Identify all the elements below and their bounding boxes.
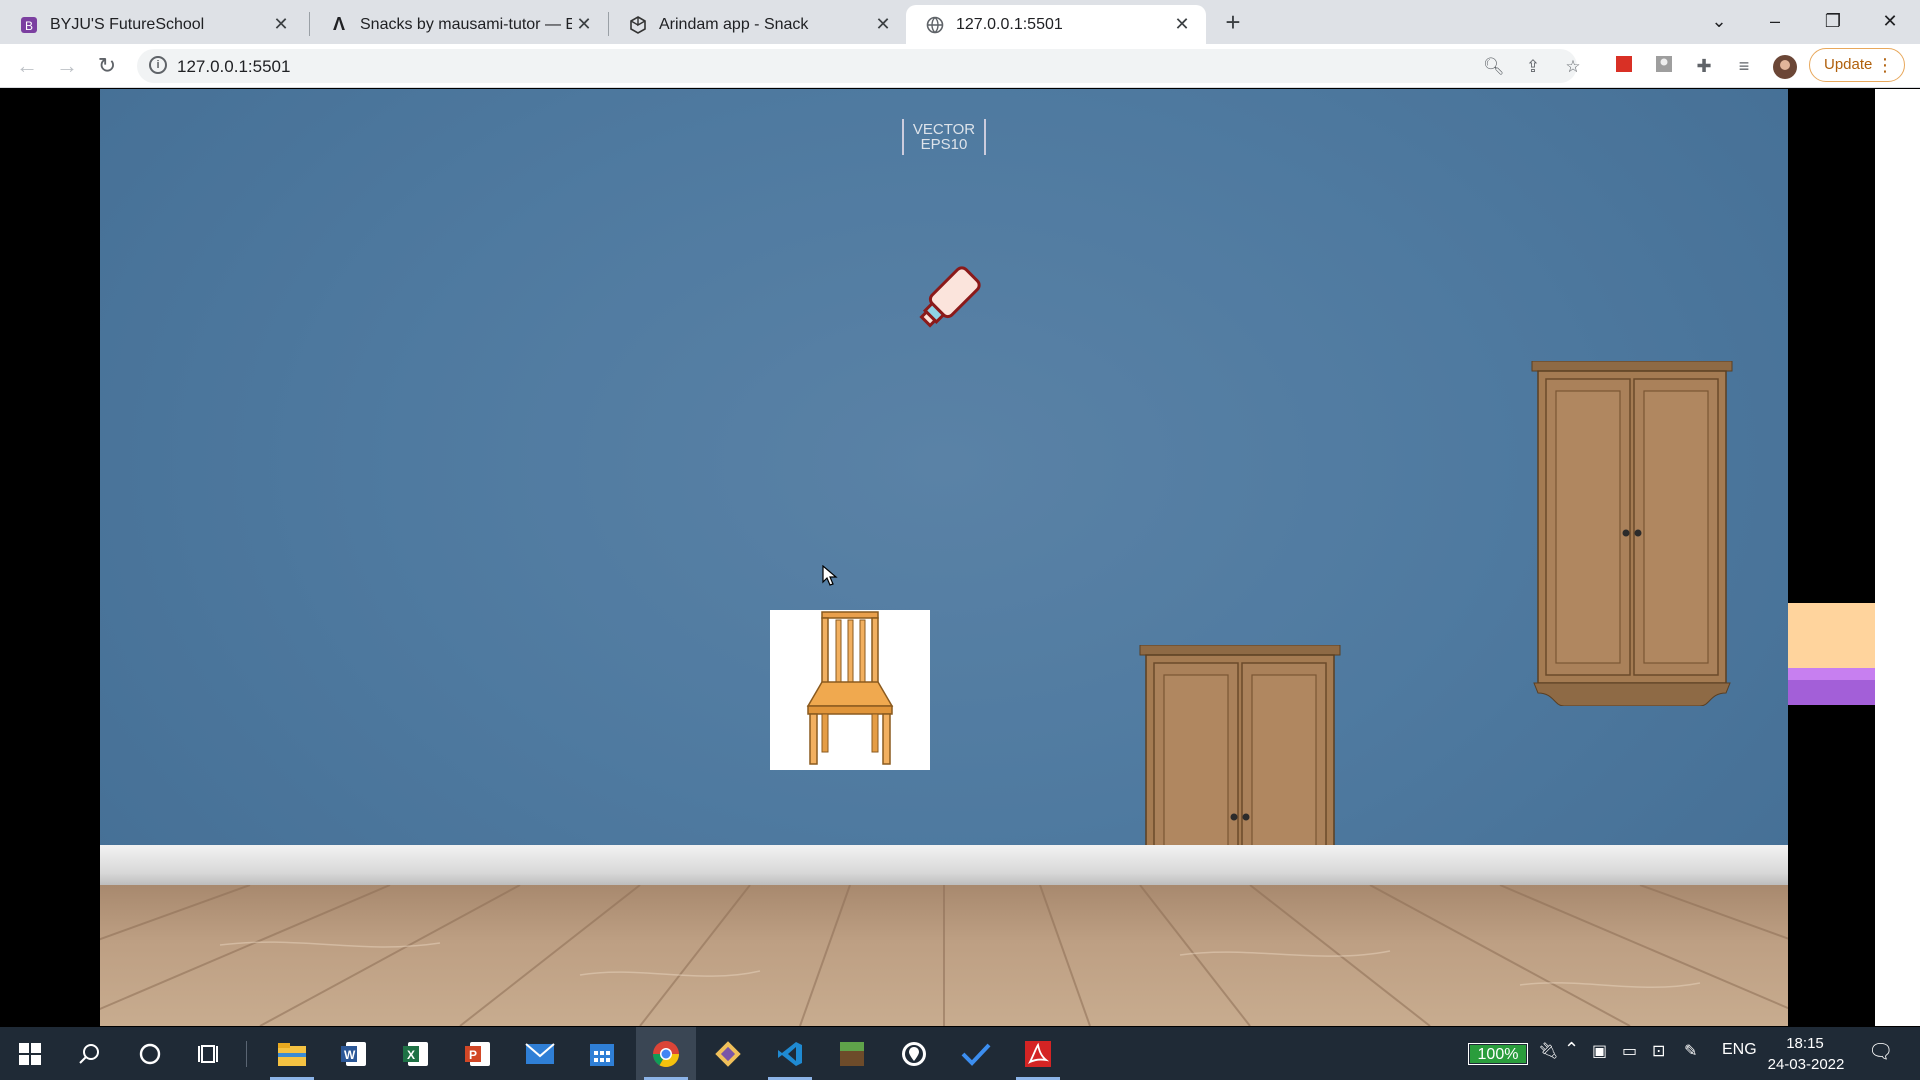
tab-byjus[interactable]: B BYJU'S FutureSchool ✕ — [0, 5, 305, 44]
search-icon[interactable] — [60, 1027, 120, 1080]
extension-profile-icon[interactable] — [1652, 54, 1676, 78]
extension-red-icon[interactable] — [1612, 54, 1636, 78]
wardrobe-sprite[interactable] — [1530, 360, 1734, 711]
svg-text:X: X — [407, 1048, 415, 1062]
tab-strip: B BYJU'S FutureSchool ✕ Λ Snacks by maus… — [0, 0, 1920, 44]
network-icon[interactable]: ⊡ — [1652, 1041, 1665, 1061]
taskbar-separator — [246, 1041, 247, 1067]
language-indicator[interactable]: ENG — [1722, 1041, 1757, 1059]
tab-title: 127.0.0.1:5501 — [956, 15, 1063, 33]
powerpoint-icon[interactable]: P — [448, 1027, 508, 1080]
tab-expo[interactable]: Λ Snacks by mausami-tutor — Expo ✕ — [310, 5, 608, 44]
cortana-icon[interactable] — [120, 1027, 180, 1080]
word-icon[interactable]: W — [324, 1027, 384, 1080]
plug-icon: 🔌︎ — [1538, 1043, 1559, 1060]
byjus-icon: B — [20, 16, 38, 34]
watermark-line: VECTOR — [912, 121, 976, 138]
file-explorer-icon[interactable] — [262, 1027, 322, 1080]
git-icon[interactable] — [698, 1027, 758, 1080]
close-window-button[interactable]: ✕ — [1867, 6, 1913, 36]
battery-indicator[interactable]: 100% — [1468, 1043, 1528, 1065]
page-viewport: VECTOR EPS10 — [0, 89, 1920, 1026]
tab-search-icon[interactable]: ⌄ — [1696, 6, 1742, 36]
battery-icon[interactable]: ▭ — [1622, 1041, 1637, 1061]
minimize-button[interactable]: – — [1752, 6, 1798, 36]
media-control-icon[interactable]: ≡ — [1732, 54, 1756, 78]
tab-title: Arindam app - Snack — [659, 15, 809, 33]
restore-button[interactable]: ❐ — [1810, 6, 1856, 36]
task-view-icon[interactable] — [180, 1027, 240, 1080]
snack-icon — [629, 15, 647, 34]
start-button[interactable] — [0, 1027, 60, 1080]
peach-block-sprite[interactable] — [1788, 603, 1875, 668]
extensions-puzzle-icon[interactable]: ✚ — [1692, 54, 1716, 78]
svg-text:B: B — [25, 19, 33, 33]
violet-stripe-sprite — [1788, 668, 1875, 680]
tab-title: BYJU'S FutureSchool — [50, 15, 205, 33]
svg-text:W: W — [344, 1048, 356, 1062]
pen-icon[interactable]: ✎ — [1684, 1041, 1697, 1061]
camera-icon[interactable]: ▣ — [1592, 1041, 1607, 1061]
todo-check-icon[interactable] — [946, 1027, 1006, 1080]
close-tab-icon[interactable]: ✕ — [871, 14, 895, 35]
update-button[interactable]: Update ⋮ — [1809, 48, 1905, 82]
chrome-icon[interactable] — [636, 1027, 696, 1080]
url-text[interactable]: 127.0.0.1:5501 — [177, 57, 290, 77]
game-canvas[interactable]: VECTOR EPS10 — [100, 89, 1788, 1026]
chevron-up-icon[interactable]: ⌃ — [1564, 1039, 1579, 1060]
tab-snack[interactable]: Arindam app - Snack ✕ — [609, 5, 907, 44]
excel-icon[interactable]: X — [386, 1027, 446, 1080]
windows-taskbar: W X P 100% 🔌︎ ⌃ ▣ ▭ ⊡ ✎ ENG 18:15 24-03-… — [0, 1027, 1920, 1080]
tab-localhost[interactable]: 127.0.0.1:5501 ✕ — [906, 5, 1206, 44]
acrobat-icon[interactable] — [1008, 1027, 1068, 1080]
reload-button[interactable]: ↻ — [92, 51, 122, 81]
zoom-icon[interactable]: 🔍︎ — [1483, 57, 1505, 77]
menu-dots-icon[interactable]: ⋮ — [1876, 49, 1894, 81]
profile-avatar[interactable] — [1772, 54, 1797, 79]
minecraft-icon[interactable] — [822, 1027, 882, 1080]
address-bar[interactable]: i 127.0.0.1:5501 🔍︎ ⇪ ☆ — [137, 49, 1581, 83]
bottle-sprite[interactable] — [906, 259, 988, 341]
info-icon[interactable]: i — [149, 56, 167, 74]
page-scroll-area — [1875, 89, 1920, 1026]
notifications-icon[interactable]: 🗨︎ — [1868, 1039, 1893, 1064]
clock-time[interactable]: 18:15 — [1770, 1035, 1840, 1052]
vscode-icon[interactable] — [760, 1027, 820, 1080]
calendar-icon[interactable] — [572, 1027, 632, 1080]
clock-date[interactable]: 24-03-2022 — [1766, 1056, 1846, 1073]
canvas-side-margin — [1788, 89, 1875, 1026]
close-tab-icon[interactable]: ✕ — [1170, 14, 1194, 35]
violet-block-sprite[interactable] — [1788, 680, 1875, 705]
wardrobe-sprite[interactable] — [1138, 644, 1342, 995]
maps-pin-icon[interactable] — [884, 1027, 944, 1080]
svg-text:P: P — [469, 1048, 477, 1062]
mail-icon[interactable] — [510, 1027, 570, 1080]
share-icon[interactable]: ⇪ — [1523, 57, 1543, 77]
close-tab-icon[interactable]: ✕ — [269, 14, 293, 35]
bookmark-star-icon[interactable]: ☆ — [1563, 57, 1583, 77]
chair-sprite[interactable] — [770, 610, 930, 770]
close-tab-icon[interactable]: ✕ — [572, 14, 596, 35]
globe-icon — [926, 16, 944, 34]
new-tab-button[interactable]: + — [1218, 8, 1248, 38]
watermark: VECTOR EPS10 — [902, 119, 986, 155]
forward-button[interactable]: → — [52, 51, 82, 81]
tab-title: Snacks by mausami-tutor — Expo — [360, 15, 572, 33]
battery-percent: 100% — [1470, 1045, 1526, 1063]
browser-toolbar: ← → ↻ i 127.0.0.1:5501 🔍︎ ⇪ ☆ ✚ ≡ Update… — [0, 44, 1920, 88]
back-button[interactable]: ← — [12, 51, 42, 81]
expo-icon: Λ — [332, 14, 345, 34]
mouse-cursor-icon — [822, 565, 838, 586]
windows-logo-icon — [19, 1042, 41, 1065]
watermark-line: EPS10 — [920, 136, 968, 153]
update-label: Update — [1824, 56, 1873, 73]
